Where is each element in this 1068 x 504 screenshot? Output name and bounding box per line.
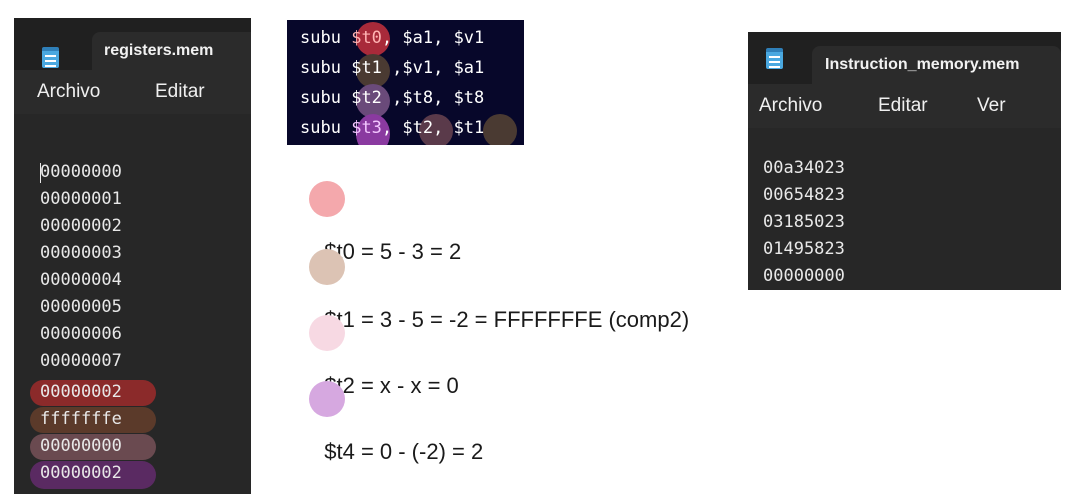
instruction-line: 00a34023 [763, 158, 845, 178]
opcode: subu [300, 88, 341, 108]
register-line: fffffffe [40, 409, 122, 429]
register-line: 00000002 [40, 216, 122, 236]
register-line: 00000002 [40, 463, 122, 483]
operands: , $t2, $t1 [381, 118, 485, 138]
instruction-line: 01495823 [763, 239, 845, 259]
menu-editar[interactable]: Editar [878, 95, 928, 117]
instruction-memory-notepad-window: Instruction_memory.mem Archivo Editar Ve… [748, 32, 1061, 290]
tab-title: Instruction_memory.mem [825, 56, 1020, 73]
opcode: subu [300, 118, 341, 138]
equation-text: = 0 - (-2) = 2 [354, 439, 484, 464]
equation-register: $t4 [324, 439, 355, 464]
instruction-line: 03185023 [763, 212, 845, 232]
tab-registers-mem[interactable]: registers.mem [92, 32, 251, 70]
register-line: 00000004 [40, 270, 122, 290]
register-line: 00000000 [40, 436, 122, 456]
code-line: subu $t1 ,$v1, $a1 [300, 58, 484, 78]
register-line: 00000002 [40, 382, 122, 402]
title-bar: Instruction_memory.mem [748, 32, 1061, 84]
tab-title: registers.mem [104, 42, 214, 59]
register-line: 00000005 [40, 297, 122, 317]
operands: ,$t8, $t8 [381, 88, 485, 108]
register-line: 00000001 [40, 189, 122, 209]
menu-ver[interactable]: Ver [977, 95, 1006, 117]
mips-code-snippet: subu $t0, $a1, $v1 subu $t1 ,$v1, $a1 su… [287, 20, 524, 145]
registers-notepad-window: registers.mem Archivo Editar 00000000 00… [14, 18, 251, 494]
code-line: subu $t0, $a1, $v1 [300, 28, 484, 48]
operands: , $a1, $v1 [381, 28, 485, 48]
dest-register: $t3 [351, 118, 382, 138]
instruction-line: 00000000 [763, 266, 845, 286]
equation-t4: $t4 = 0 - (-2) = 2 [309, 381, 484, 465]
opcode: subu [300, 28, 341, 48]
circle-t1-operand [483, 114, 517, 145]
menu-bar: Archivo Editar Ver [748, 84, 1061, 128]
code-line: subu $t3, $t2, $t1 [300, 118, 484, 138]
register-line: 00000006 [40, 324, 122, 344]
color-dot [309, 381, 345, 417]
register-line: 00000007 [40, 351, 122, 371]
dest-register: $t1 [351, 58, 382, 78]
color-dot [309, 181, 345, 217]
register-line: 00000000 [40, 162, 122, 182]
menu-archivo[interactable]: Archivo [37, 81, 100, 103]
notepad-icon [766, 48, 783, 69]
tab-instruction-memory-mem[interactable]: Instruction_memory.mem [812, 46, 1061, 84]
register-line: 00000003 [40, 243, 122, 263]
menu-editar[interactable]: Editar [155, 81, 205, 103]
title-bar: registers.mem [14, 18, 251, 70]
color-dot [309, 249, 345, 285]
instruction-line: 00654823 [763, 185, 845, 205]
code-line: subu $t2 ,$t8, $t8 [300, 88, 484, 108]
menu-bar: Archivo Editar [14, 70, 251, 114]
menu-archivo[interactable]: Archivo [759, 95, 822, 117]
dest-register: $t2 [351, 88, 382, 108]
notepad-icon [42, 47, 59, 68]
text-editor-area[interactable]: 00000000 00000001 00000002 00000003 0000… [14, 114, 251, 494]
opcode: subu [300, 58, 341, 78]
color-dot [309, 315, 345, 351]
dest-register: $t0 [351, 28, 382, 48]
operands: ,$v1, $a1 [381, 58, 485, 78]
text-editor-area[interactable]: 00a34023 00654823 03185023 01495823 0000… [748, 128, 1061, 290]
